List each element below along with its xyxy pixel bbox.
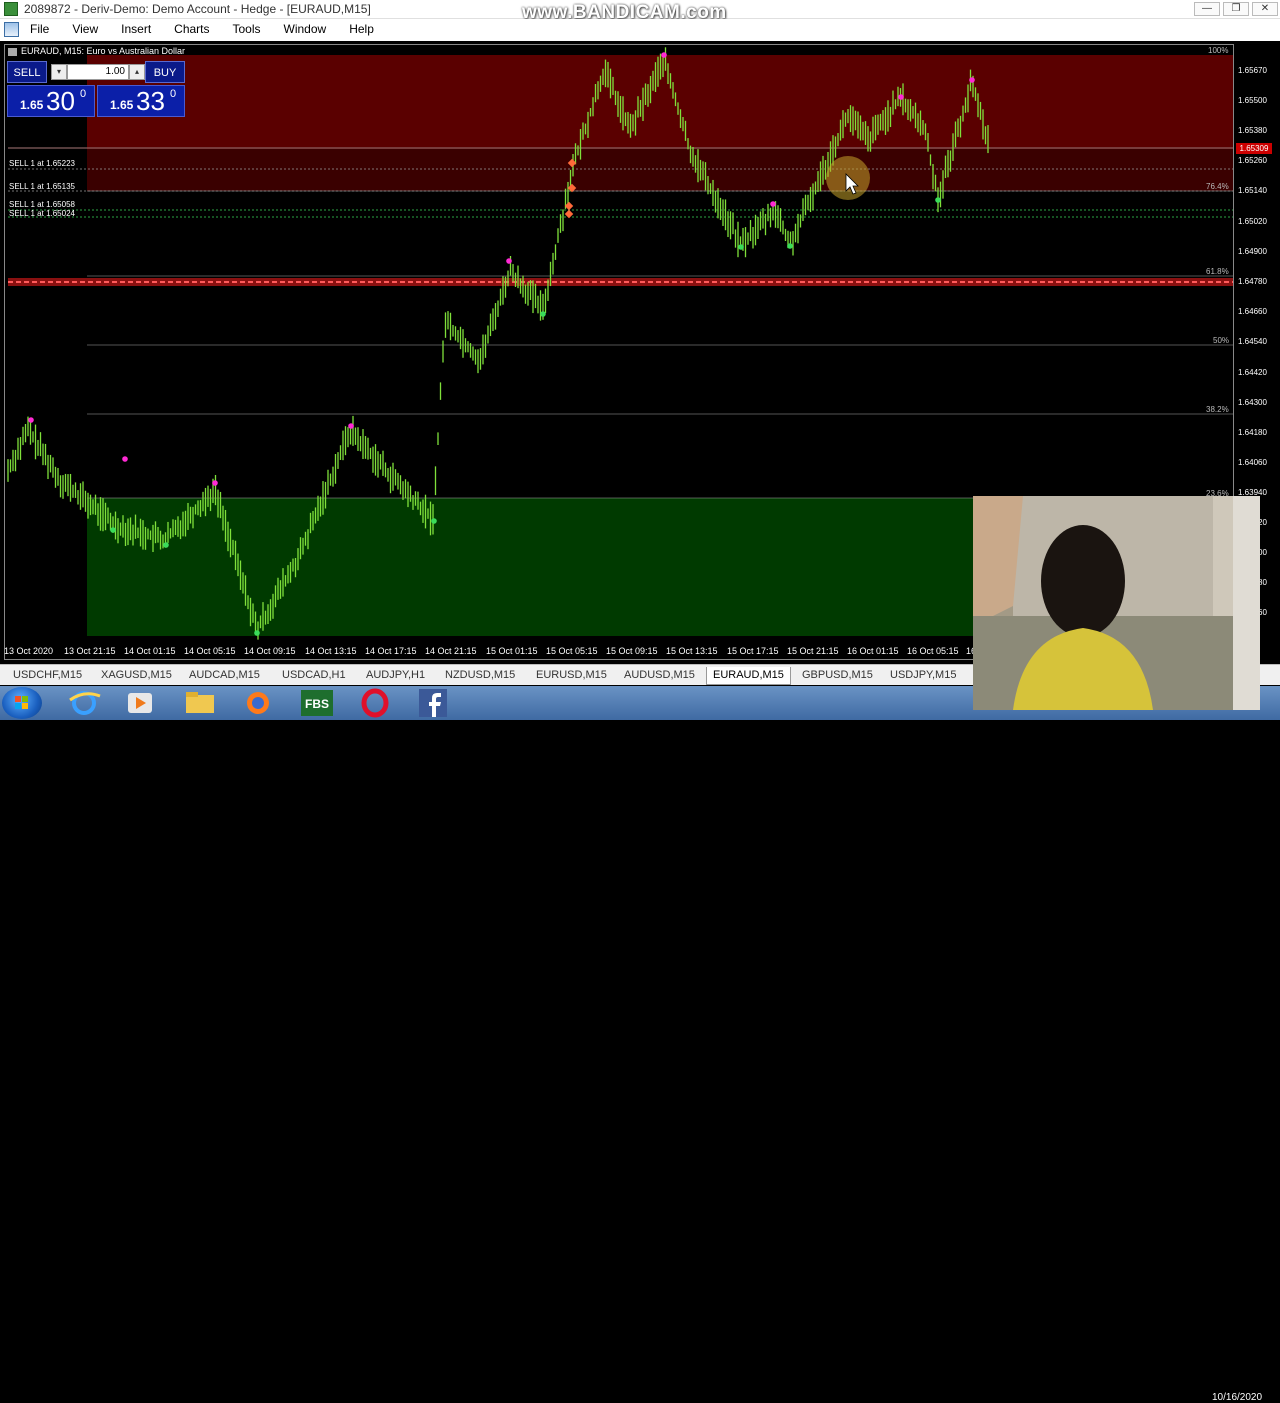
tab-xagusd[interactable]: XAGUSD,M15 [95,667,178,684]
sell-price-button[interactable]: 1.65 30 0 [7,85,95,117]
time-tick: 16 Oct 05:15 [907,646,959,656]
time-tick: 13 Oct 2020 [4,646,54,656]
price-tick: 1.64540 [1238,337,1267,346]
swing-low-marker [738,244,744,250]
time-tick: 14 Oct 05:15 [184,646,236,656]
fib-label-76: 76.4% [1206,182,1229,191]
lot-increase-button[interactable]: ▴ [129,64,145,80]
fib-label-50: 50% [1213,336,1230,345]
time-tick: 14 Oct 13:15 [305,646,357,656]
fbs-label: FBS [305,697,329,711]
webcam-overlay [973,496,1260,710]
price-tick: 1.65260 [1238,156,1267,165]
price-tick: 1.64900 [1238,247,1267,256]
opera-icon[interactable] [353,688,397,718]
swing-high-marker [506,258,512,264]
chart-menu-icon[interactable] [8,47,17,56]
price-tick: 1.64420 [1238,368,1267,377]
tab-usdchf[interactable]: USDCHF,M15 [7,667,88,684]
swing-low-marker [540,311,546,317]
tab-eurusd[interactable]: EURUSD,M15 [530,667,613,684]
media-player-icon[interactable] [118,688,162,718]
one-click-trading-panel: SELL ▾ 1.00 ▴ BUY 1.65 30 0 1.65 33 0 [7,61,185,117]
fib-label-61: 61.8% [1206,267,1229,276]
file-explorer-icon[interactable] [178,688,222,718]
time-tick: 14 Oct 21:15 [425,646,477,656]
sell-price-fraction: 0 [80,88,87,100]
time-tick: 14 Oct 01:15 [124,646,176,656]
price-tick: 1.65140 [1238,186,1267,195]
time-tick: 15 Oct 21:15 [787,646,839,656]
price-tick: 1.64660 [1238,307,1267,316]
order-label-2[interactable]: SELL 1 at 1.65135 [9,182,75,191]
tab-usdcad[interactable]: USDCAD,H1 [276,667,352,684]
sell-price-pips: 30 [46,86,75,116]
tab-gbpusd[interactable]: GBPUSD,M15 [796,667,879,684]
swing-high-marker [122,456,128,462]
tab-nzdusd[interactable]: NZDUSD,M15 [439,667,521,684]
price-tick: 1.65380 [1238,126,1267,135]
firefox-icon[interactable] [236,688,280,718]
swing-high-marker [898,94,904,100]
order-label-4[interactable]: SELL 1 at 1.65024 [9,209,75,218]
swing-high-marker [661,52,667,58]
sell-button[interactable]: SELL [7,61,47,83]
swing-high-marker [770,201,776,207]
time-tick: 15 Oct 09:15 [606,646,658,656]
time-tick: 16 Oct 01:15 [847,646,899,656]
swing-high-marker [348,423,354,429]
tab-audusd[interactable]: AUDUSD,M15 [618,667,701,684]
price-tick: 1.64780 [1238,277,1267,286]
buy-button[interactable]: BUY [145,61,185,83]
internet-explorer-icon[interactable] [62,688,106,718]
price-tick: 1.64180 [1238,428,1267,437]
price-tick: 1.64060 [1238,458,1267,467]
time-tick: 14 Oct 09:15 [244,646,296,656]
fbs-trader-icon[interactable]: FBS [295,688,339,718]
facebook-icon[interactable] [411,688,455,718]
swing-high-marker [28,417,34,423]
lot-size-input[interactable]: 1.00 [67,64,129,80]
sell-price-prefix: 1.65 [20,98,44,112]
swing-low-marker [254,630,260,636]
tab-usdjpy[interactable]: USDJPY,M15 [884,667,962,684]
price-tick: 1.65500 [1238,96,1267,105]
tab-audjpy[interactable]: AUDJPY,H1 [360,667,431,684]
sell-entry-marker [564,209,574,219]
time-tick: 14 Oct 17:15 [365,646,417,656]
time-tick: 15 Oct 17:15 [727,646,779,656]
chart-header: EURAUD, M15: Euro vs Australian Dollar [8,46,185,56]
price-tick: 1.64300 [1238,398,1267,407]
time-tick: 15 Oct 13:15 [666,646,718,656]
price-tick: 1.65670 [1238,66,1267,75]
tab-euraud[interactable]: EURAUD,M15 [706,667,791,685]
current-price-tag: 1.65309 [1236,143,1272,154]
swing-low-marker [110,527,116,533]
price-tick: 1.65020 [1238,217,1267,226]
swing-low-marker [787,243,793,249]
start-button-icon[interactable] [2,687,42,719]
swing-low-marker [163,542,169,548]
order-label-1[interactable]: SELL 1 at 1.65223 [9,159,75,168]
order-label-3[interactable]: SELL 1 at 1.65058 [9,200,75,209]
swing-low-marker [935,197,941,203]
buy-price-pips: 33 [136,86,165,116]
time-tick: 13 Oct 21:15 [64,646,116,656]
tab-audcad[interactable]: AUDCAD,M15 [183,667,266,684]
chart-symbol-label: EURAUD, M15: Euro vs Australian Dollar [21,46,186,56]
lot-decrease-button[interactable]: ▾ [51,64,67,80]
buy-price-fraction: 0 [170,88,177,100]
scale-top-pct: 100% [1208,46,1229,55]
swing-low-marker [431,518,437,524]
fib-label-38: 38.2% [1206,405,1229,414]
buy-price-button[interactable]: 1.65 33 0 [97,85,185,117]
time-tick: 15 Oct 05:15 [546,646,598,656]
buy-price-prefix: 1.65 [110,98,134,112]
time-tick: 15 Oct 01:15 [486,646,538,656]
swing-high-marker [212,480,218,486]
system-clock: 10/16/2020 [1212,1392,1263,1403]
swing-high-marker [969,77,975,83]
